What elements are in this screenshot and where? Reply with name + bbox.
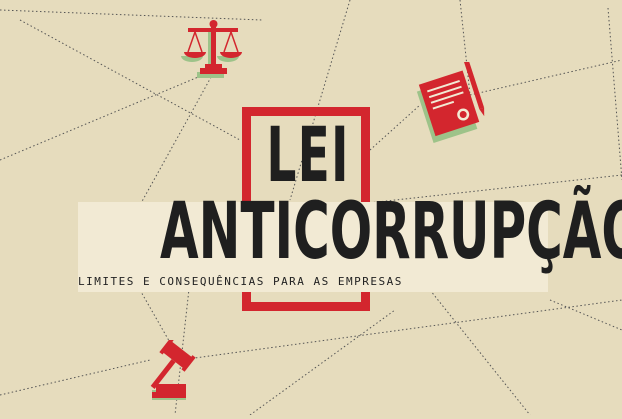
- poster-canvas: LEI ANTICORRUPÇÃO LIMITES E CONSEQUÊNCIA…: [0, 0, 622, 416]
- title-main: ANTICORRUPÇÃO: [160, 187, 622, 277]
- document-pen-icon: [416, 62, 485, 144]
- gavel-icon: [150, 340, 196, 400]
- subtitle: LIMITES E CONSEQUÊNCIAS PARA AS EMPRESAS: [78, 275, 403, 288]
- title-lei: LEI: [266, 110, 350, 199]
- scales-icon: [181, 20, 242, 78]
